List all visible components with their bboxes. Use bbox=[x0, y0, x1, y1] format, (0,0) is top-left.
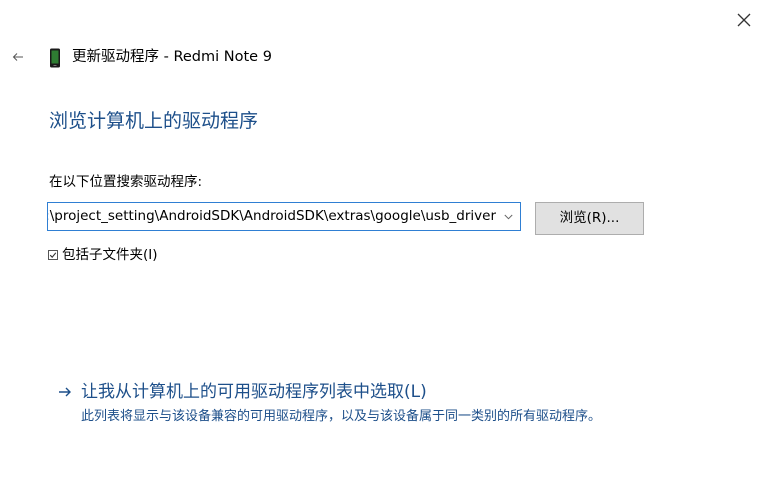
browse-button[interactable]: 浏览(R)... bbox=[535, 202, 644, 235]
close-icon bbox=[737, 13, 751, 27]
arrow-right-icon bbox=[59, 387, 71, 397]
pick-from-list-description: 此列表将显示与该设备兼容的可用驱动程序，以及与该设备属于同一类别的所有驱动程序。 bbox=[81, 409, 602, 424]
path-dropdown-button[interactable] bbox=[500, 203, 516, 230]
phone-icon bbox=[50, 48, 60, 68]
pick-from-list-link[interactable]: 让我从计算机上的可用驱动程序列表中选取(L) bbox=[81, 380, 427, 404]
include-subfolders-checkbox[interactable] bbox=[48, 250, 58, 260]
search-location-label: 在以下位置搜索驱动程序: bbox=[49, 174, 203, 190]
driver-path-combobox[interactable]: D:\project_setting\AndroidSDK\AndroidSDK… bbox=[47, 202, 521, 231]
checkmark-icon bbox=[49, 252, 57, 259]
close-button[interactable] bbox=[731, 7, 757, 33]
chevron-down-icon bbox=[503, 214, 513, 219]
back-button[interactable] bbox=[8, 46, 28, 68]
window-title: 更新驱动程序 - Redmi Note 9 bbox=[72, 49, 272, 65]
include-subfolders-label[interactable]: 包括子文件夹(I) bbox=[62, 246, 158, 264]
driver-path-value: D:\project_setting\AndroidSDK\AndroidSDK… bbox=[48, 208, 496, 224]
driver-path-input[interactable]: D:\project_setting\AndroidSDK\AndroidSDK… bbox=[48, 203, 496, 230]
back-arrow-icon bbox=[12, 53, 23, 61]
page-heading: 浏览计算机上的驱动程序 bbox=[49, 110, 259, 132]
